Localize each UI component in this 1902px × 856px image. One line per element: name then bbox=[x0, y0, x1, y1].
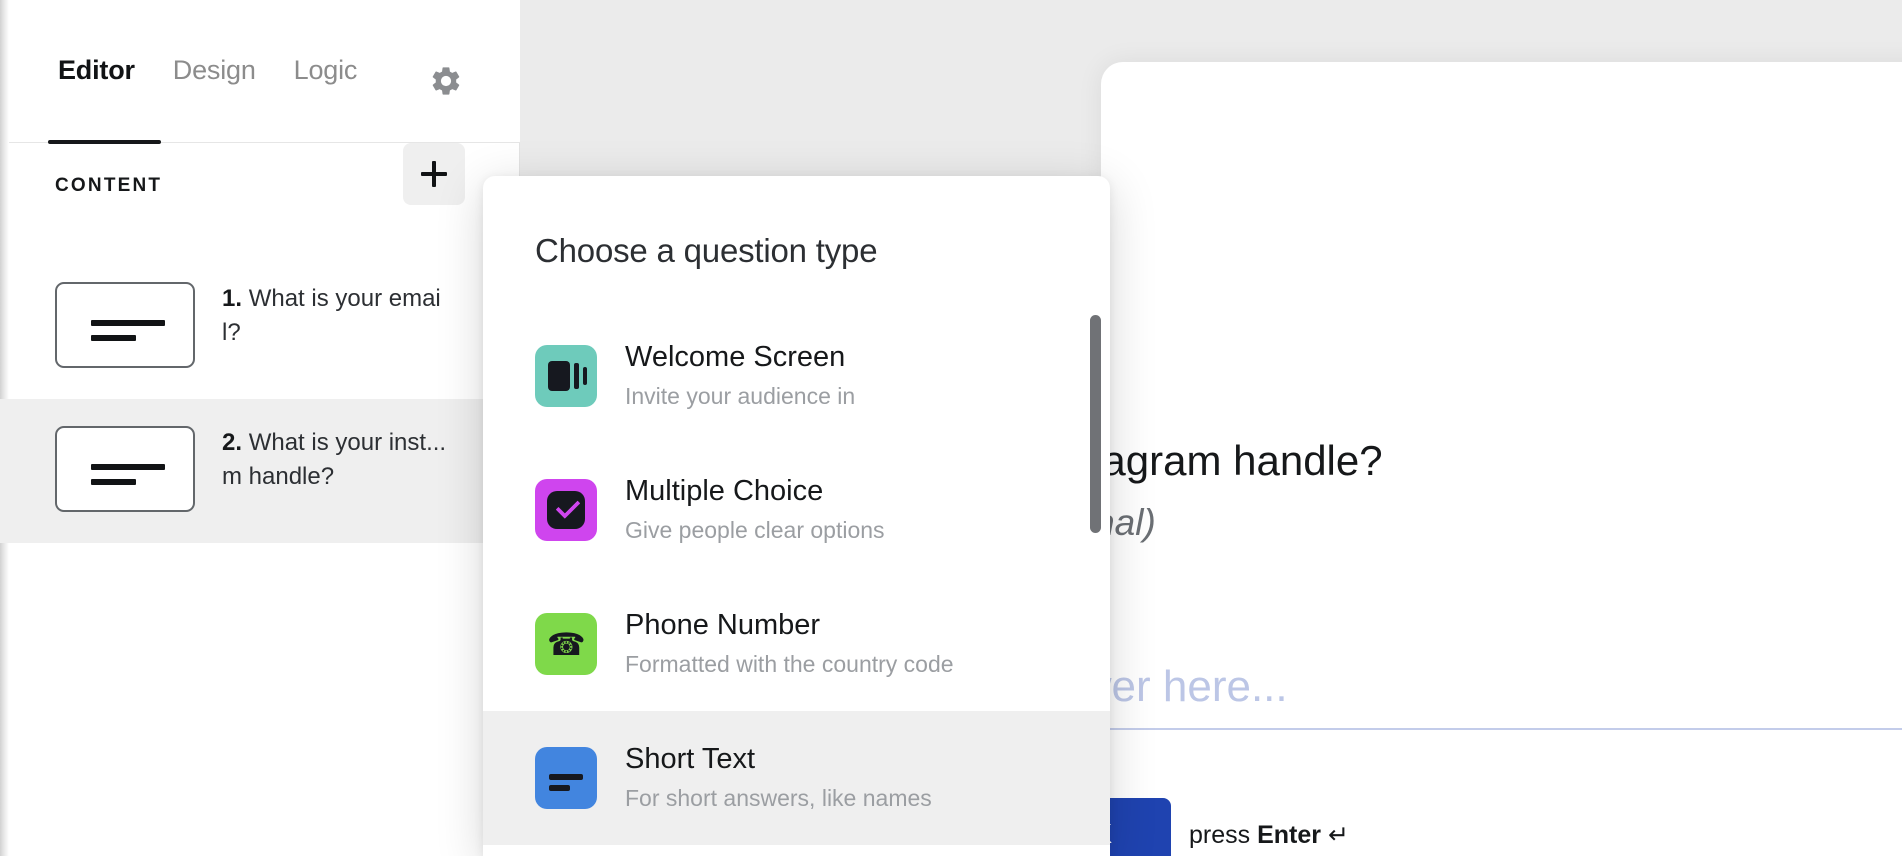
enter-return-icon: ↵ bbox=[1327, 821, 1349, 849]
gear-icon[interactable] bbox=[429, 64, 463, 98]
checkbox-square bbox=[547, 491, 585, 529]
content-section-label: CONTENT bbox=[55, 175, 163, 196]
modal-title: Choose a question type bbox=[535, 232, 878, 269]
option-text-block: Welcome Screen Invite your audience in bbox=[625, 339, 855, 414]
welcome-line-2 bbox=[583, 367, 587, 385]
phone-handset-glyph: ☎ bbox=[546, 626, 586, 662]
preview-question-description: ption (optional) bbox=[1101, 502, 1156, 543]
short-text-bar-short bbox=[549, 785, 570, 791]
question-title: What is your email? bbox=[222, 285, 441, 347]
option-description: Give people clear options bbox=[625, 516, 885, 543]
preview-answer-placeholder: your answer here... bbox=[1101, 662, 1288, 711]
question-list-item-1-text: 1. What is your email? bbox=[222, 282, 454, 350]
option-phone-number[interactable]: ☎ Phone Number Formatted with the countr… bbox=[483, 577, 1110, 711]
content-section-header: CONTENT bbox=[0, 143, 520, 243]
preview-submit-button[interactable]: OK bbox=[1101, 798, 1171, 856]
option-description: Formatted with the country code bbox=[625, 650, 954, 677]
left-sidebar: Editor Design Logic CONTENT 1. What is y… bbox=[0, 0, 520, 856]
option-welcome-screen[interactable]: Welcome Screen Invite your audience in bbox=[483, 309, 1110, 443]
welcome-card-shape bbox=[548, 361, 570, 391]
option-text-block: Short Text For short answers, like names bbox=[625, 741, 932, 816]
question-list-item-2[interactable]: 2. What is your inst...m handle? bbox=[0, 399, 519, 543]
welcome-screen-icon bbox=[535, 345, 597, 407]
option-multiple-choice[interactable]: Multiple Choice Give people clear option… bbox=[483, 443, 1110, 577]
tab-logic[interactable]: Logic bbox=[294, 57, 358, 84]
short-text-thumbnail-icon bbox=[55, 282, 195, 368]
press-enter-prefix: press bbox=[1189, 821, 1258, 849]
form-preview-card: s your instagram handle? ption (optional… bbox=[1101, 62, 1902, 856]
thumb-bar-long bbox=[91, 320, 165, 326]
tab-editor[interactable]: Editor bbox=[58, 57, 135, 84]
option-description: Invite your audience in bbox=[625, 382, 856, 409]
option-label: Welcome Screen bbox=[625, 340, 846, 373]
option-short-text[interactable]: Short Text For short answers, like names bbox=[483, 711, 1110, 845]
question-list-item-2-text: 2. What is your inst...m handle? bbox=[222, 426, 454, 494]
welcome-line-1 bbox=[574, 363, 579, 389]
app-root: s your instagram handle? ption (optional… bbox=[0, 0, 1902, 856]
checkbox-icon bbox=[535, 479, 597, 541]
question-list: 1. What is your email? 2. What is your i… bbox=[0, 255, 519, 543]
preview-question-title: s your instagram handle? bbox=[1101, 437, 1383, 484]
preview-answer-field[interactable]: your answer here... bbox=[1101, 662, 1902, 730]
short-text-icon bbox=[535, 747, 597, 809]
option-description: For short answers, like names bbox=[625, 784, 932, 811]
question-type-modal: Choose a question type Welcome Screen In… bbox=[483, 176, 1110, 856]
thumb-bar-long bbox=[91, 464, 165, 470]
thumb-bar-short bbox=[91, 335, 136, 341]
tab-design[interactable]: Design bbox=[173, 57, 256, 84]
question-number: 2. bbox=[222, 429, 243, 456]
short-text-thumbnail-icon bbox=[55, 426, 195, 512]
modal-scrollbar[interactable] bbox=[1090, 315, 1101, 856]
sidebar-tabs: Editor Design Logic bbox=[58, 57, 357, 84]
phone-icon: ☎ bbox=[535, 613, 597, 675]
press-enter-key: Enter bbox=[1257, 821, 1321, 849]
question-type-option-list: Welcome Screen Invite your audience in M… bbox=[483, 309, 1110, 856]
question-list-item-1[interactable]: 1. What is your email? bbox=[0, 255, 519, 399]
add-question-button[interactable] bbox=[403, 143, 465, 205]
option-label: Short Text bbox=[625, 742, 756, 775]
short-text-bar-long bbox=[549, 774, 583, 780]
option-label: Multiple Choice bbox=[625, 474, 824, 507]
sidebar-tab-bar: Editor Design Logic bbox=[9, 0, 520, 144]
option-text-block: Phone Number Formatted with the country … bbox=[625, 607, 954, 682]
press-enter-hint: press Enter ↵ bbox=[1189, 820, 1349, 850]
question-number: 1. bbox=[222, 285, 243, 312]
option-label: Phone Number bbox=[625, 608, 821, 641]
thumb-bar-short bbox=[91, 479, 136, 485]
option-text-block: Multiple Choice Give people clear option… bbox=[625, 473, 885, 548]
plus-icon bbox=[421, 161, 447, 187]
question-title: What is your inst...m handle? bbox=[222, 429, 447, 491]
modal-scrollbar-thumb[interactable] bbox=[1090, 315, 1101, 533]
form-preview-content: s your instagram handle? ption (optional… bbox=[1101, 62, 1902, 856]
